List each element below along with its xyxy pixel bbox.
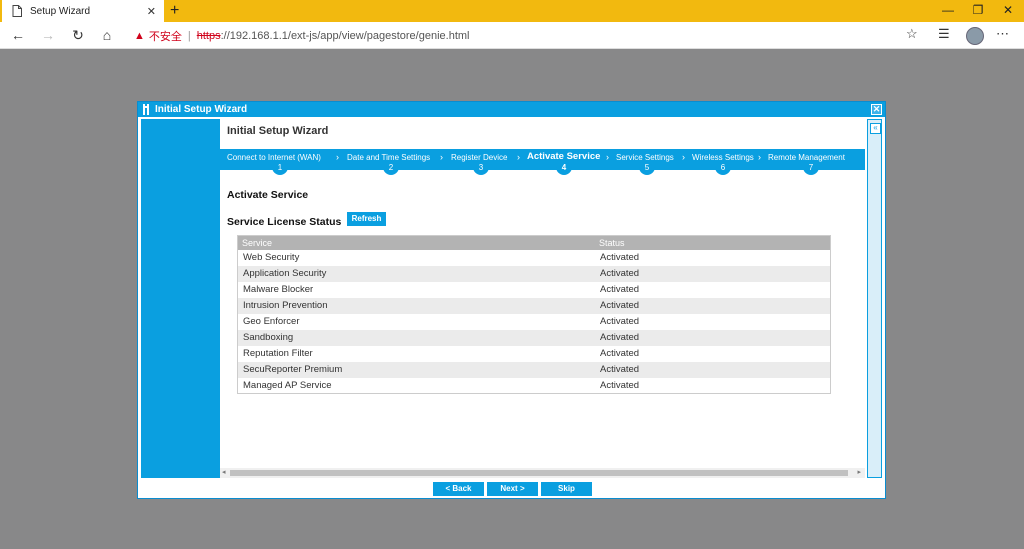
new-tab-button[interactable]: + [170, 0, 179, 22]
wizard-button-bar: < Back Next > Skip [138, 480, 885, 498]
next-button[interactable]: Next > [487, 482, 538, 496]
scroll-right-icon[interactable]: ▸ [857, 468, 861, 476]
wizard-sidebar [141, 119, 220, 478]
browser-tab[interactable]: Setup Wizard ✕ [2, 0, 164, 22]
table-row[interactable]: Intrusion Prevention Activated [238, 298, 830, 314]
url-path: ://192.168.1.1/ext-js/app/view/pagestore… [220, 30, 470, 42]
chevron-right-icon: › [336, 152, 339, 162]
home-icon[interactable]: ⌂ [97, 26, 117, 44]
refresh-button[interactable]: Refresh [347, 212, 386, 226]
collapsed-side-panel: « [867, 119, 882, 478]
url-protocol: https [196, 30, 221, 42]
table-row[interactable]: Application Security Activated [238, 266, 830, 282]
forward-arrow-icon[interactable]: → [38, 26, 58, 44]
back-button[interactable]: < Back [433, 482, 484, 496]
wizard-step-bar: Connect to Internet (WAN) › Date and Tim… [220, 149, 865, 175]
scrollbar-thumb[interactable] [230, 470, 848, 476]
setup-wizard-dialog: Initial Setup Wizard ✕ Initial Setup Wiz… [137, 101, 886, 499]
chevron-right-icon: › [606, 152, 609, 162]
wizard-wand-icon [143, 104, 149, 115]
step-1-label: Connect to Internet (WAN) [227, 153, 321, 162]
service-name: Intrusion Prevention [243, 300, 328, 311]
chevron-right-icon: › [517, 152, 520, 162]
service-status: Activated [600, 364, 640, 375]
address-bar: ← → ↻ ⌂ ▲ 不安全 | https ://192.168.1.1/ext… [0, 22, 1024, 49]
url-divider: | [187, 30, 191, 42]
page-icon [12, 5, 22, 17]
service-license-table: Service Status Web Security Activated Ap… [237, 235, 831, 394]
wizard-title: Initial Setup Wizard [227, 125, 329, 137]
reload-icon[interactable]: ↻ [68, 26, 88, 44]
step-3-label: Register Device [451, 153, 508, 162]
step-2-label: Date and Time Settings [347, 153, 431, 162]
service-status: Activated [600, 252, 640, 263]
tab-close-icon[interactable]: ✕ [147, 5, 156, 18]
service-name: Sandboxing [243, 332, 294, 343]
service-name: Reputation Filter [243, 348, 313, 359]
chevron-right-icon: › [682, 152, 685, 162]
table-row[interactable]: SecuReporter Premium Activated [238, 362, 830, 378]
table-row[interactable]: Geo Enforcer Activated [238, 314, 830, 330]
horizontal-scrollbar[interactable]: ◂ ▸ [220, 468, 865, 478]
table-row[interactable]: Malware Blocker Activated [238, 282, 830, 298]
back-arrow-icon[interactable]: ← [8, 26, 28, 44]
skip-button[interactable]: Skip [541, 482, 592, 496]
restore-icon[interactable]: ❐ [962, 0, 994, 22]
step-5-label: Service Settings [616, 153, 674, 162]
column-header-service[interactable]: Service [242, 236, 272, 250]
step-4-number: 4 [556, 162, 572, 175]
column-header-status[interactable]: Status [599, 236, 625, 250]
step-7-label: Remote Management [768, 153, 845, 162]
service-status: Activated [600, 380, 640, 391]
step-7-number: 7 [803, 162, 819, 175]
step-5-number: 5 [639, 162, 655, 175]
dialog-title-bar: Initial Setup Wizard ✕ [138, 102, 885, 117]
expand-panel-icon[interactable]: « [870, 123, 881, 134]
license-status-title: Service License Status [227, 216, 342, 228]
service-name: Web Security [243, 252, 300, 263]
service-status: Activated [600, 284, 640, 295]
service-status: Activated [600, 300, 640, 311]
chevron-right-icon: › [758, 152, 761, 162]
table-header: Service Status [238, 236, 830, 250]
section-title: Activate Service [227, 189, 309, 201]
table-row[interactable]: Sandboxing Activated [238, 330, 830, 346]
tab-title: Setup Wizard [30, 5, 91, 17]
service-status: Activated [600, 332, 640, 343]
table-row[interactable]: Web Security Activated [238, 250, 830, 266]
service-name: Managed AP Service [243, 380, 332, 391]
service-name: SecuReporter Premium [243, 364, 343, 375]
favorite-star-icon[interactable]: ☆ [906, 26, 918, 42]
profile-avatar[interactable] [966, 27, 984, 45]
browser-tab-bar: Setup Wizard ✕ + — ❐ ✕ [0, 0, 1024, 22]
step-1-number: 1 [272, 162, 288, 175]
more-menu-icon[interactable]: ⋯ [996, 26, 1009, 42]
table-row[interactable]: Reputation Filter Activated [238, 346, 830, 362]
service-name: Geo Enforcer [243, 316, 300, 327]
step-6-label: Wireless Settings [692, 153, 754, 162]
minimize-icon[interactable]: — [932, 0, 964, 22]
favorites-list-icon[interactable]: ☰ [938, 26, 950, 42]
service-status: Activated [600, 348, 640, 359]
step-2-number: 2 [383, 162, 399, 175]
service-status: Activated [600, 316, 640, 327]
step-6-number: 6 [715, 162, 731, 175]
chevron-right-icon: › [440, 152, 443, 162]
security-status: 不安全 [148, 31, 182, 43]
scroll-left-icon[interactable]: ◂ [222, 468, 226, 476]
step-3-number: 3 [473, 162, 489, 175]
dialog-title: Initial Setup Wizard [155, 104, 248, 115]
window-close-icon[interactable]: ✕ [992, 0, 1024, 22]
wizard-content: Initial Setup Wizard Connect to Internet… [220, 119, 865, 478]
step-4-label: Activate Service [527, 151, 601, 162]
table-row[interactable]: Managed AP Service Activated [238, 378, 830, 394]
service-name: Malware Blocker [243, 284, 314, 295]
service-status: Activated [600, 268, 640, 279]
warning-icon: ▲ [134, 30, 145, 42]
service-name: Application Security [243, 268, 327, 279]
dialog-close-icon[interactable]: ✕ [871, 104, 882, 115]
url-field[interactable]: ▲ 不安全 | https ://192.168.1.1/ext-js/app/… [134, 28, 469, 44]
